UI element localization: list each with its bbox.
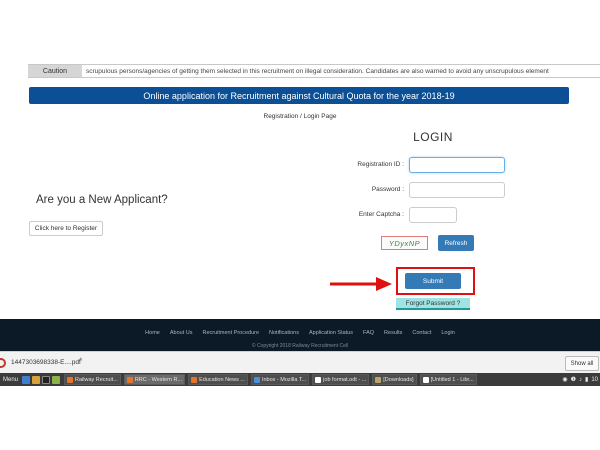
- task-downloads[interactable]: [Downloads]: [372, 374, 417, 385]
- task-inbox-mozilla[interactable]: Inbox - Mozilla T...: [250, 374, 310, 385]
- download-bar: 1447303698338-E....pdf ^ Show all: [0, 351, 600, 373]
- taskbar: Menu Railway Recruit... RRC - Western R.…: [0, 373, 600, 386]
- caution-label: Caution: [28, 65, 82, 77]
- forgot-password-button[interactable]: Forgot Password ?: [396, 298, 470, 310]
- battery-icon[interactable]: ▮: [585, 376, 588, 383]
- caution-ticker: Caution scrupulous persons/agencies of g…: [28, 64, 600, 78]
- update-icon[interactable]: ❶: [571, 376, 576, 383]
- download-file-name[interactable]: 1447303698338-E....pdf: [11, 359, 81, 366]
- terminal-launcher-icon[interactable]: [42, 375, 51, 384]
- refresh-captcha-button[interactable]: Refresh: [438, 235, 474, 251]
- footer-link-faq[interactable]: FAQ: [363, 330, 374, 336]
- footer-link-notifications[interactable]: Notifications: [269, 330, 299, 336]
- folder-icon: [375, 376, 382, 383]
- firefox-icon: [126, 376, 133, 383]
- start-menu-button[interactable]: Menu: [0, 377, 21, 383]
- show-all-button[interactable]: Show all: [565, 356, 599, 371]
- task-job-format[interactable]: job format.odt - ...: [312, 374, 370, 385]
- task-rrc-western[interactable]: RRC - Western R...: [123, 374, 186, 385]
- settings-launcher-icon[interactable]: [32, 375, 41, 384]
- footer-link-home[interactable]: Home: [145, 330, 160, 336]
- captcha-input[interactable]: [409, 207, 457, 223]
- task-untitled[interactable]: [Untitled 1 - Libr...: [419, 374, 477, 385]
- task-education-news[interactable]: Education News ...: [188, 374, 248, 385]
- network-icon[interactable]: ◉: [562, 376, 567, 383]
- captcha-image: YDyxNP: [381, 236, 428, 250]
- captcha-label: Enter Captcha :: [358, 211, 404, 218]
- footer-link-recruitment-procedure[interactable]: Recruitment Procedure: [202, 330, 259, 336]
- footer-link-about[interactable]: About Us: [170, 330, 193, 336]
- footer-link-application-status[interactable]: Application Status: [309, 330, 353, 336]
- page-heading: Registration / Login Page: [263, 113, 337, 120]
- mail-icon: [253, 376, 260, 383]
- registration-id-label: Registration ID :: [357, 161, 404, 168]
- clock[interactable]: 10: [591, 377, 598, 383]
- files-launcher-icon[interactable]: [52, 375, 61, 384]
- document-icon: [315, 376, 322, 383]
- login-title: LOGIN: [413, 130, 453, 144]
- caution-text: scrupulous persons/agencies of getting t…: [86, 67, 549, 75]
- chevron-up-icon[interactable]: ^: [79, 358, 82, 365]
- register-button[interactable]: Click here to Register: [29, 221, 103, 236]
- document-icon: [422, 376, 429, 383]
- pdf-file-icon: [0, 358, 6, 368]
- registration-id-input[interactable]: [409, 157, 505, 173]
- password-label: Password :: [371, 186, 404, 193]
- system-tray: ◉ ❶ ♪ ▮ 10: [562, 376, 600, 384]
- footer-copyright: © Copyright 2018 Railway Recruitment Cel…: [251, 343, 349, 349]
- new-applicant-heading: Are you a New Applicant?: [36, 194, 168, 206]
- submit-button[interactable]: Submit: [405, 273, 461, 289]
- footer-link-login[interactable]: Login: [441, 330, 454, 336]
- volume-icon[interactable]: ♪: [579, 377, 582, 383]
- red-arrow-icon: [330, 277, 392, 291]
- browser-launcher-icon[interactable]: [22, 375, 31, 384]
- footer-link-results[interactable]: Results: [384, 330, 402, 336]
- site-footer: Home About Us Recruitment Procedure Noti…: [0, 319, 600, 351]
- password-input[interactable]: [409, 182, 505, 198]
- footer-link-contact[interactable]: Contact: [412, 330, 431, 336]
- firefox-icon: [67, 376, 74, 383]
- task-railway-recruit[interactable]: Railway Recruit...: [64, 374, 121, 385]
- firefox-icon: [191, 376, 198, 383]
- footer-nav: Home About Us Recruitment Procedure Noti…: [0, 330, 600, 336]
- page-banner: Online application for Recruitment again…: [29, 87, 569, 104]
